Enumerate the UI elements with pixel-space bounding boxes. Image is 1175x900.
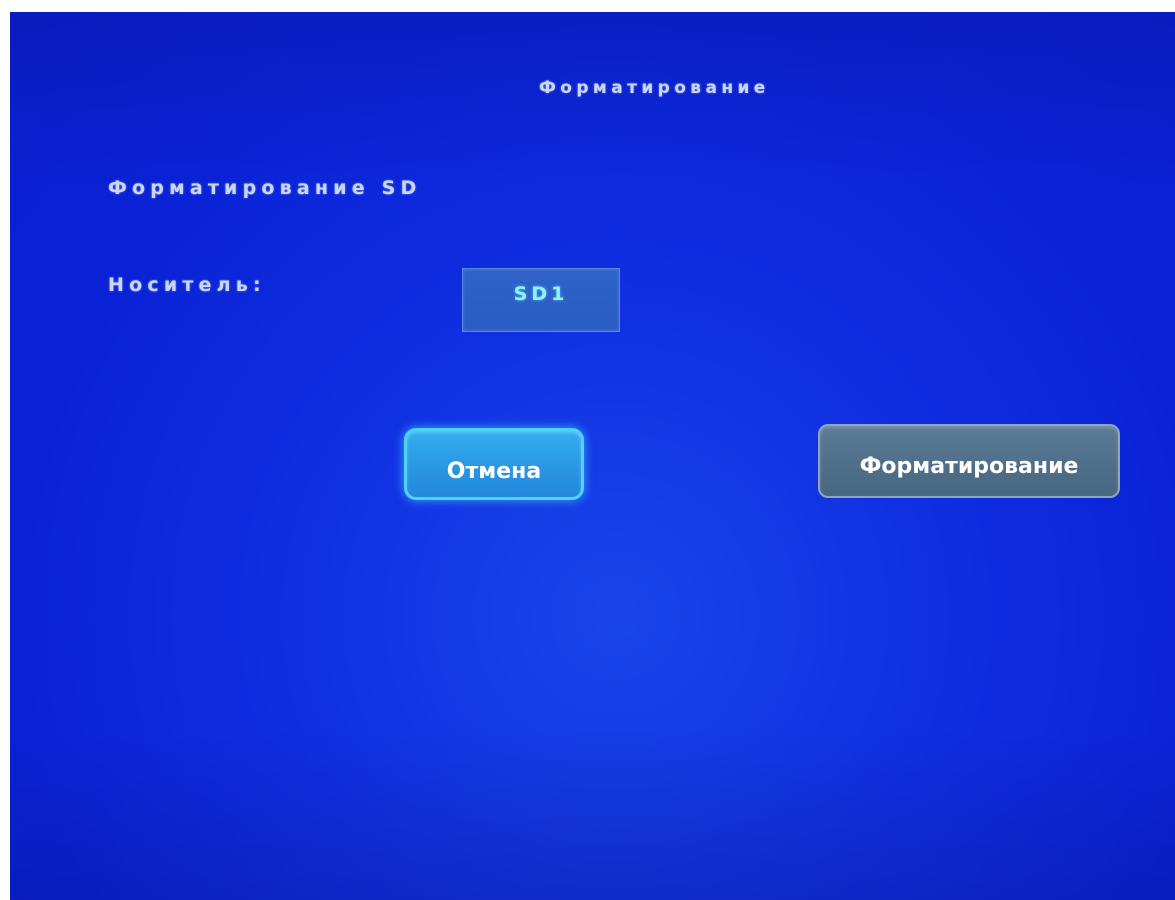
cancel-button-label: Отмена (446, 458, 542, 484)
format-dialog-screen: Форматирование Форматирование SD Носител… (10, 12, 1175, 900)
media-select[interactable]: SD1 (462, 268, 620, 332)
format-sd-heading: Форматирование SD (108, 177, 422, 199)
cancel-button[interactable]: Отмена (404, 428, 584, 500)
format-button-label: Форматирование (859, 453, 1079, 479)
format-button[interactable]: Форматирование (818, 424, 1120, 498)
media-label: Носитель: (108, 274, 266, 296)
media-selected-value: SD1 (513, 283, 569, 305)
dialog-title: Форматирование (539, 78, 770, 98)
